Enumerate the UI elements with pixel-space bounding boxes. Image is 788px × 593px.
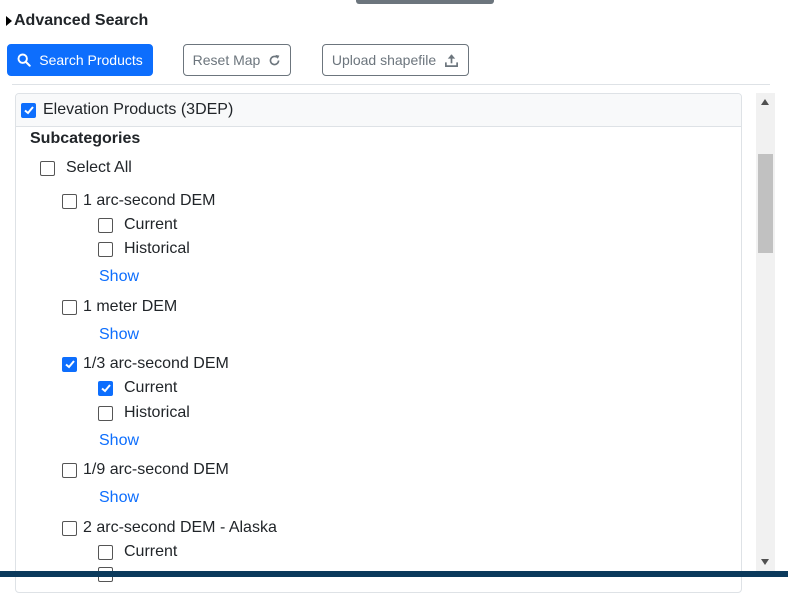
select-all-checkbox[interactable]: [40, 160, 55, 176]
caret-right-icon: [6, 16, 12, 26]
option-checkbox[interactable]: [98, 217, 113, 233]
option-historical[interactable]: Historical: [98, 404, 190, 422]
subcategory-label: 1/9 arc-second DEM: [83, 461, 229, 478]
category-panel: Elevation Products (3DEP) Subcategories …: [15, 93, 742, 593]
reset-map-label: Reset Map: [192, 52, 261, 68]
scrollbar-thumb[interactable]: [758, 154, 773, 253]
subcategory-checkbox[interactable]: [62, 462, 77, 478]
option-historical[interactable]: Historical: [98, 240, 190, 258]
subcategory-checkbox[interactable]: [62, 520, 77, 536]
check-icon: [100, 384, 111, 393]
option-checkbox[interactable]: [98, 380, 113, 396]
refresh-icon: [270, 54, 280, 65]
option-checkbox[interactable]: [98, 405, 113, 421]
option-current[interactable]: Current: [98, 543, 177, 561]
search-products-label: Search Products: [39, 52, 143, 68]
advanced-search-title: Advanced Search: [14, 12, 149, 29]
subcategory-label: 2 arc-second DEM - Alaska: [83, 519, 277, 536]
top-tab-handle[interactable]: [356, 0, 494, 4]
subcategory-item[interactable]: 1 arc-second DEM: [62, 192, 216, 210]
advanced-search-toggle[interactable]: Advanced Search: [6, 12, 148, 30]
subcategory-item[interactable]: 1/9 arc-second DEM: [62, 461, 229, 479]
check-icon: [64, 360, 75, 369]
scrollbar[interactable]: [756, 93, 775, 571]
option-label: Current: [124, 543, 178, 560]
subcategory-checkbox[interactable]: [62, 299, 77, 315]
option-current[interactable]: Current: [98, 216, 177, 234]
scroll-down-arrow-icon[interactable]: [761, 559, 769, 565]
category-header: Elevation Products (3DEP): [16, 94, 741, 127]
scroll-up-arrow-icon[interactable]: [761, 99, 769, 105]
subcategories-title: Subcategories: [30, 130, 141, 147]
option-current[interactable]: Current: [98, 379, 177, 397]
category-checkbox[interactable]: [21, 102, 36, 118]
subcategory-item[interactable]: 1 meter DEM: [62, 298, 177, 316]
select-all-label: Select All: [66, 159, 132, 176]
select-all-row[interactable]: Select All: [40, 159, 132, 177]
check-icon: [23, 106, 34, 115]
show-link[interactable]: Show: [99, 268, 139, 286]
search-products-button[interactable]: Search Products: [7, 44, 153, 76]
subcategory-checkbox[interactable]: [62, 193, 77, 209]
option-checkbox[interactable]: [98, 544, 113, 560]
upload-shapefile-button[interactable]: Upload shapefile: [322, 44, 469, 76]
search-icon: [17, 53, 31, 67]
option-label: Historical: [124, 404, 190, 421]
subcategory-label: 1/3 arc-second DEM: [83, 355, 229, 372]
show-link[interactable]: Show: [99, 489, 139, 507]
option-label: Current: [124, 216, 178, 233]
reset-map-button[interactable]: Reset Map: [183, 44, 291, 76]
subcategory-label: 1 arc-second DEM: [83, 192, 216, 209]
bottom-bar: [0, 571, 788, 577]
upload-icon: [445, 53, 459, 67]
show-link[interactable]: Show: [99, 326, 139, 344]
upload-shapefile-label: Upload shapefile: [331, 52, 437, 68]
subcategory-checkbox[interactable]: [62, 356, 77, 372]
subcategory-item[interactable]: 2 arc-second DEM - Alaska: [62, 519, 277, 537]
option-checkbox[interactable]: [98, 241, 113, 257]
option-label: Historical: [124, 240, 190, 257]
subcategory-item[interactable]: 1/3 arc-second DEM: [62, 355, 229, 373]
category-label: Elevation Products (3DEP): [43, 101, 234, 118]
show-link[interactable]: Show: [99, 432, 139, 450]
divider: [12, 84, 770, 85]
option-label: Current: [124, 379, 178, 396]
subcategory-label: 1 meter DEM: [83, 298, 178, 315]
